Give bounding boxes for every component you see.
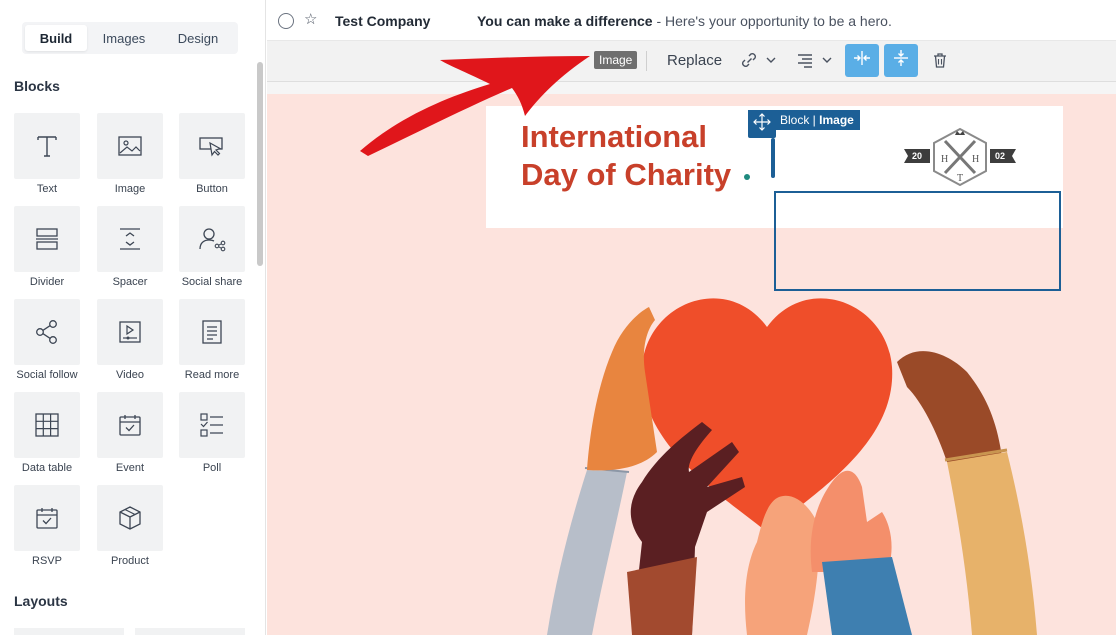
trash-icon xyxy=(931,49,949,76)
fit-width-button[interactable] xyxy=(845,44,879,77)
replace-button[interactable]: Replace xyxy=(667,52,722,69)
subject-rest: - Here's your opportunity to be a hero. xyxy=(652,13,892,29)
text-cursor-dot xyxy=(744,174,750,180)
table-grid-icon xyxy=(14,392,80,458)
block-label: Video xyxy=(116,369,144,381)
document-icon xyxy=(179,299,245,365)
block-label: Product xyxy=(111,555,149,567)
block-video[interactable]: Video xyxy=(97,299,163,381)
text-icon xyxy=(14,113,80,179)
sidebar-scrollbar[interactable] xyxy=(257,62,263,266)
star-icon[interactable]: ☆ xyxy=(304,10,317,28)
block-label: Event xyxy=(115,462,145,474)
block-divider[interactable]: Divider xyxy=(14,206,80,288)
video-icon xyxy=(97,299,163,365)
layout-tile[interactable] xyxy=(135,628,245,635)
block-image[interactable]: Image xyxy=(97,113,163,195)
chevron-down-icon xyxy=(822,49,832,76)
horizontal-fit-icon xyxy=(852,48,872,73)
logo-left-year: 20 xyxy=(912,151,922,161)
block-label: Poll xyxy=(202,462,222,474)
canvas-top-strip xyxy=(267,82,1116,94)
block-social-follow[interactable]: Social follow xyxy=(14,299,80,381)
move-arrows-icon xyxy=(753,112,771,136)
subject-bold: You can make a difference xyxy=(477,13,653,29)
email-title[interactable]: International Day of Charity xyxy=(521,118,731,194)
title-line-1: International xyxy=(521,119,708,154)
social-share-icon xyxy=(179,206,245,272)
logo-letter-left: H xyxy=(941,154,948,165)
block-spacer[interactable]: Spacer xyxy=(97,206,163,288)
share-nodes-icon xyxy=(14,299,80,365)
charity-hands-heart-illustration xyxy=(547,298,1037,635)
block-label: Divider xyxy=(29,276,65,288)
title-line-2: Day of Charity xyxy=(521,157,732,192)
block-label: Social follow xyxy=(16,369,78,381)
sidebar-tabs: Build Images Design xyxy=(22,22,238,54)
link-icon xyxy=(740,49,758,76)
sidebar: Build Images Design Blocks Text Image Bu… xyxy=(0,0,266,635)
fit-height-button[interactable] xyxy=(884,44,918,77)
email-canvas: International Day of Charity Block | Ima… xyxy=(267,82,1116,635)
block-label: Read more xyxy=(184,369,240,381)
layout-tile[interactable] xyxy=(14,628,124,635)
box-icon xyxy=(97,485,163,551)
element-type-chip: Image xyxy=(594,51,638,69)
block-label: Data table xyxy=(21,462,73,474)
block-label: Social share xyxy=(181,276,243,288)
delete-button[interactable] xyxy=(931,49,949,76)
block-label-name: Image xyxy=(819,113,854,127)
block-label-prefix: Block | xyxy=(780,113,820,127)
block-read-more[interactable]: Read more xyxy=(179,299,245,381)
blocks-heading: Blocks xyxy=(14,78,60,94)
move-handle[interactable] xyxy=(748,110,776,138)
logo-right-year: 02 xyxy=(995,151,1005,161)
align-dropdown[interactable] xyxy=(796,49,832,76)
image-icon xyxy=(97,113,163,179)
block-label: Image xyxy=(114,183,146,195)
block-label: Spacer xyxy=(112,276,148,288)
divider-icon xyxy=(14,206,80,272)
block-text[interactable]: Text xyxy=(14,113,80,195)
block-product[interactable]: Product xyxy=(97,485,163,567)
sender-name: Test Company xyxy=(335,13,431,29)
block-label: Text xyxy=(36,183,58,195)
vertical-fit-icon xyxy=(891,48,911,73)
image-toolbar: Image Replace xyxy=(267,41,1116,82)
link-dropdown[interactable] xyxy=(740,49,776,76)
calendar-check-icon xyxy=(97,392,163,458)
block-rsvp[interactable]: RSVP xyxy=(14,485,80,567)
block-button[interactable]: Button xyxy=(179,113,245,195)
checklist-icon xyxy=(179,392,245,458)
tab-design[interactable]: Design xyxy=(161,25,235,51)
block-social-share[interactable]: Social share xyxy=(179,206,245,288)
block-event[interactable]: Event xyxy=(97,392,163,474)
block-label: Button xyxy=(196,183,228,195)
toolbar-divider xyxy=(646,51,647,71)
column-resize-handle[interactable] xyxy=(771,138,775,178)
email-editor: Build Images Design Blocks Text Image Bu… xyxy=(0,0,1116,635)
spacer-icon xyxy=(97,206,163,272)
align-right-icon xyxy=(796,49,814,76)
block-data-table[interactable]: Data table xyxy=(14,392,80,474)
button-cursor-icon xyxy=(179,113,245,179)
logo-letter-bottom: T xyxy=(957,173,963,184)
layouts-heading: Layouts xyxy=(14,593,68,609)
tab-build[interactable]: Build xyxy=(25,25,87,51)
tab-images[interactable]: Images xyxy=(91,25,157,51)
block-label: RSVP xyxy=(32,555,62,567)
email-subject: You can make a difference - Here's your … xyxy=(477,13,892,29)
select-circle-icon[interactable] xyxy=(278,13,294,29)
logo-letter-right: H xyxy=(972,154,979,165)
block-poll[interactable]: Poll xyxy=(179,392,245,474)
chevron-down-icon xyxy=(766,49,776,76)
company-logo: 20 02 H H T xyxy=(904,127,1016,187)
email-header: ☆ Test Company You can make a difference… xyxy=(267,0,1116,41)
rsvp-calendar-icon xyxy=(14,485,80,551)
